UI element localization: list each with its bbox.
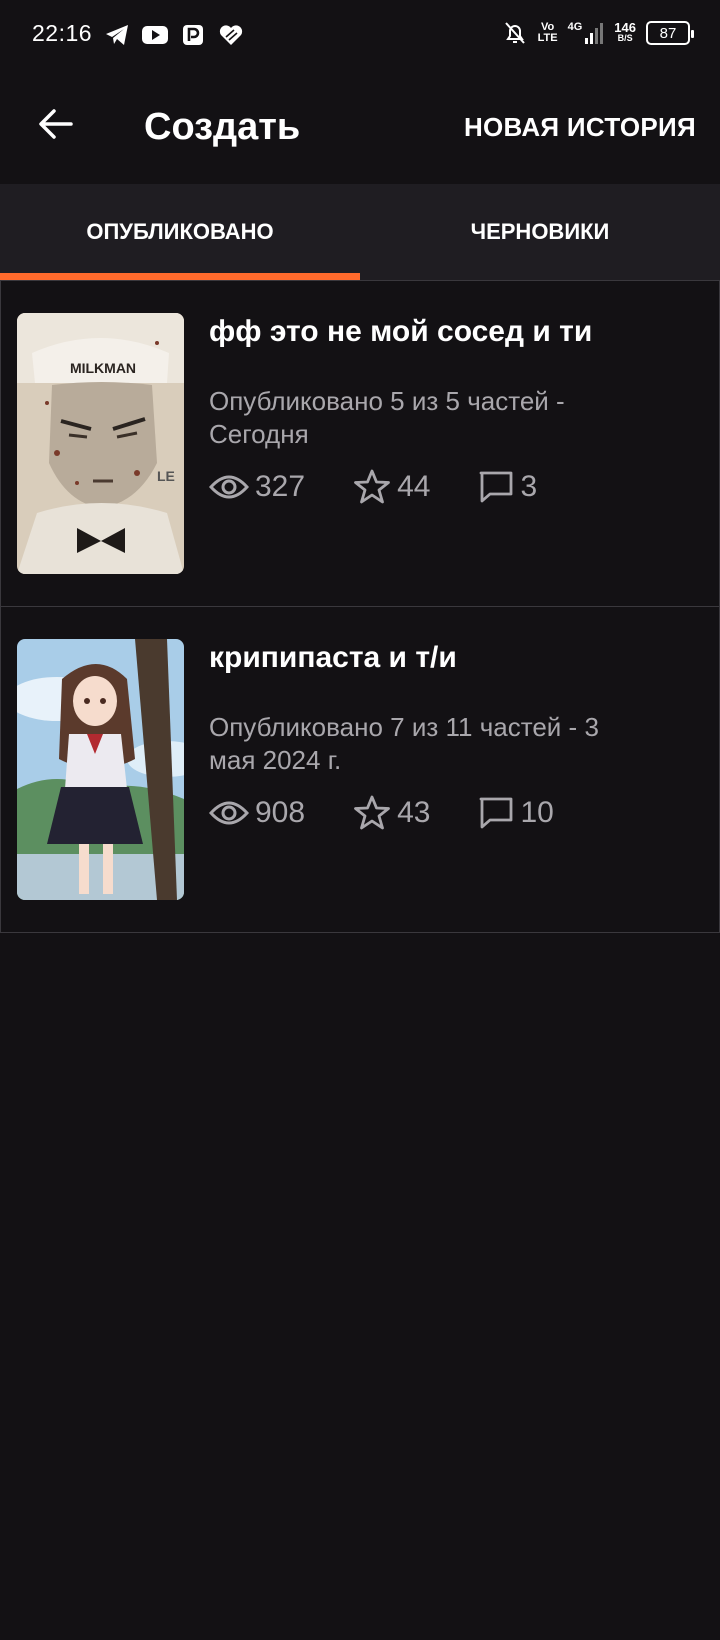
comments-stat: 10 [478, 796, 554, 830]
app-screen: 22:16 Vo LTE 4G 146 B/S 87 Создать НОВАЯ… [0, 0, 720, 1640]
app-bar: Создать НОВАЯ ИСТОРИЯ [0, 72, 720, 184]
back-button[interactable] [34, 102, 78, 146]
story-meta: Опубликовано 5 из 5 частей - Сегодня [209, 386, 565, 449]
notification-icons [104, 22, 244, 48]
views-count: 327 [255, 470, 306, 503]
story-stats: 908 43 10 [209, 795, 602, 831]
story-stats: 327 44 3 [209, 469, 585, 505]
star-icon [354, 795, 390, 830]
votes-stat: 43 [353, 795, 430, 831]
comments-count: 10 [520, 796, 554, 829]
battery-icon: 87 [646, 21, 694, 45]
heart-icon [218, 22, 244, 48]
network-speed: 146 B/S [614, 20, 636, 43]
arrow-left-icon [39, 109, 73, 139]
comment-icon [480, 471, 513, 503]
eye-icon [209, 801, 249, 825]
comment-icon [480, 797, 513, 829]
page-title: Создать [144, 106, 301, 148]
youtube-icon [142, 22, 168, 48]
tab-published-label: ОПУБЛИКОВАНО [86, 219, 274, 244]
eye-icon [209, 475, 249, 499]
cover-text: MILKMAN [70, 360, 136, 376]
story-cover[interactable] [17, 639, 184, 900]
system-icons: Vo LTE 4G 146 B/S 87 [502, 20, 694, 46]
comments-stat: 3 [478, 470, 537, 504]
active-tab-indicator [0, 273, 360, 280]
volte-indicator: Vo LTE [537, 21, 558, 44]
tab-drafts[interactable]: ЧЕРНОВИКИ [360, 184, 720, 280]
story-card[interactable]: MILKMAN LE фф это не мой сосед и ти Опуб… [0, 280, 720, 607]
cover-side-text: LE [157, 468, 175, 484]
story-cover[interactable]: MILKMAN LE [17, 313, 184, 574]
new-story-button[interactable]: НОВАЯ ИСТОРИЯ [464, 112, 696, 143]
star-icon [354, 469, 390, 504]
votes-count: 44 [397, 470, 431, 503]
bell-off-icon [502, 20, 528, 46]
tab-published[interactable]: ОПУБЛИКОВАНО [0, 184, 360, 280]
battery-level: 87 [659, 24, 677, 42]
votes-count: 43 [397, 796, 431, 829]
views-stat: 908 [209, 796, 305, 830]
story-meta: Опубликовано 7 из 11 частей - 3 мая 2024… [209, 712, 599, 775]
story-title[interactable]: фф это не мой сосед и ти [209, 315, 592, 349]
tab-bar: ОПУБЛИКОВАНО ЧЕРНОВИКИ [0, 184, 720, 280]
comments-count: 3 [520, 470, 538, 503]
story-card[interactable]: крипипаста и т/и Опубликовано 7 из 11 ча… [0, 606, 720, 933]
status-time: 22:16 [32, 20, 93, 46]
telegram-icon [104, 22, 130, 48]
views-stat: 327 [209, 470, 305, 504]
signal-icon: 4G [568, 22, 605, 44]
votes-stat: 44 [353, 469, 430, 505]
tab-drafts-label: ЧЕРНОВИКИ [470, 219, 610, 244]
story-title[interactable]: крипипаста и т/и [209, 641, 457, 675]
parking-icon [180, 22, 206, 48]
status-bar: 22:16 Vo LTE 4G 146 B/S 87 [0, 0, 720, 72]
views-count: 908 [255, 796, 306, 829]
